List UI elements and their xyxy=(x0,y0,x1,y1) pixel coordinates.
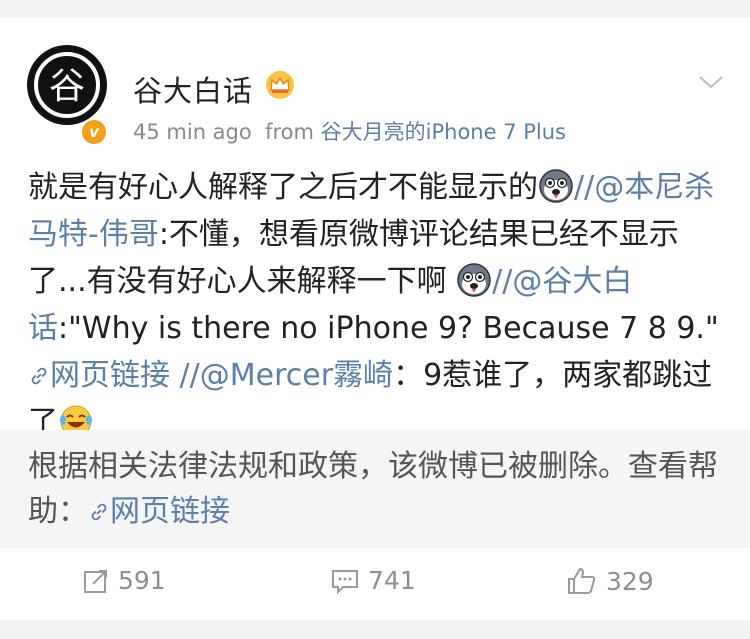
mention-separator: // xyxy=(492,264,513,299)
like-count: 329 xyxy=(606,566,654,596)
chevron-down-icon[interactable] xyxy=(698,74,724,90)
mention-separator: // xyxy=(170,358,200,393)
help-link[interactable]: 网页链接 xyxy=(88,494,230,529)
web-link[interactable]: 网页链接 xyxy=(28,358,170,393)
post-body: 就是有好心人解释了之后才不能显示的 //@本尼杀马特-伟哥:不懂，想看原微博评论… xyxy=(28,164,728,446)
help-link-label: 网页链接 xyxy=(110,494,230,529)
deleted-notice: 根据相关法律法规和政策，该微博已被删除。查看帮助： 网页链接 xyxy=(28,444,718,534)
post-source[interactable]: 谷大月亮的iPhone 7 Plus xyxy=(321,120,566,144)
bottom-spacer xyxy=(0,620,750,639)
link-icon xyxy=(91,503,107,521)
repost-button[interactable]: 591 xyxy=(82,566,166,595)
post-card[interactable]: 谷 v 谷大白话 45 min ago from 谷大月亮的iPhone 7 P… xyxy=(0,18,750,440)
repost-icon xyxy=(84,569,107,593)
husky-emoji-icon xyxy=(538,168,574,204)
post-meta: 45 min ago from 谷大月亮的iPhone 7 Plus xyxy=(133,116,566,146)
mention-link-3[interactable]: @Mercer霧崎 xyxy=(200,358,393,393)
web-link-label: 网页链接 xyxy=(50,358,170,393)
like-button[interactable]: 329 xyxy=(566,566,654,596)
action-bar: 591 741 329 xyxy=(0,548,750,620)
from-label: from xyxy=(265,120,314,144)
repost-count: 591 xyxy=(118,566,166,595)
avatar[interactable]: 谷 xyxy=(26,44,108,126)
comment-icon xyxy=(332,569,358,594)
comment-count: 741 xyxy=(368,566,416,595)
like-icon xyxy=(568,567,596,594)
husky-emoji-icon xyxy=(456,262,492,298)
post-time: 45 min ago xyxy=(133,120,252,144)
body-text-3: :"Why is there no iPhone 9? Because 7 8 … xyxy=(58,311,719,346)
top-spacer xyxy=(0,0,750,18)
username[interactable]: 谷大白话 xyxy=(133,68,253,110)
deleted-repost-box: 根据相关法律法规和政策，该微博已被删除。查看帮助： 网页链接 xyxy=(0,430,750,548)
verified-badge-icon: v xyxy=(80,118,108,146)
body-text-1: 就是有好心人解释了之后才不能显示的 xyxy=(28,170,538,205)
avatar-char: 谷 xyxy=(49,66,85,107)
comment-button[interactable]: 741 xyxy=(330,566,416,595)
link-icon xyxy=(31,367,47,385)
crown-icon xyxy=(264,70,296,100)
mention-separator: // xyxy=(574,170,595,205)
